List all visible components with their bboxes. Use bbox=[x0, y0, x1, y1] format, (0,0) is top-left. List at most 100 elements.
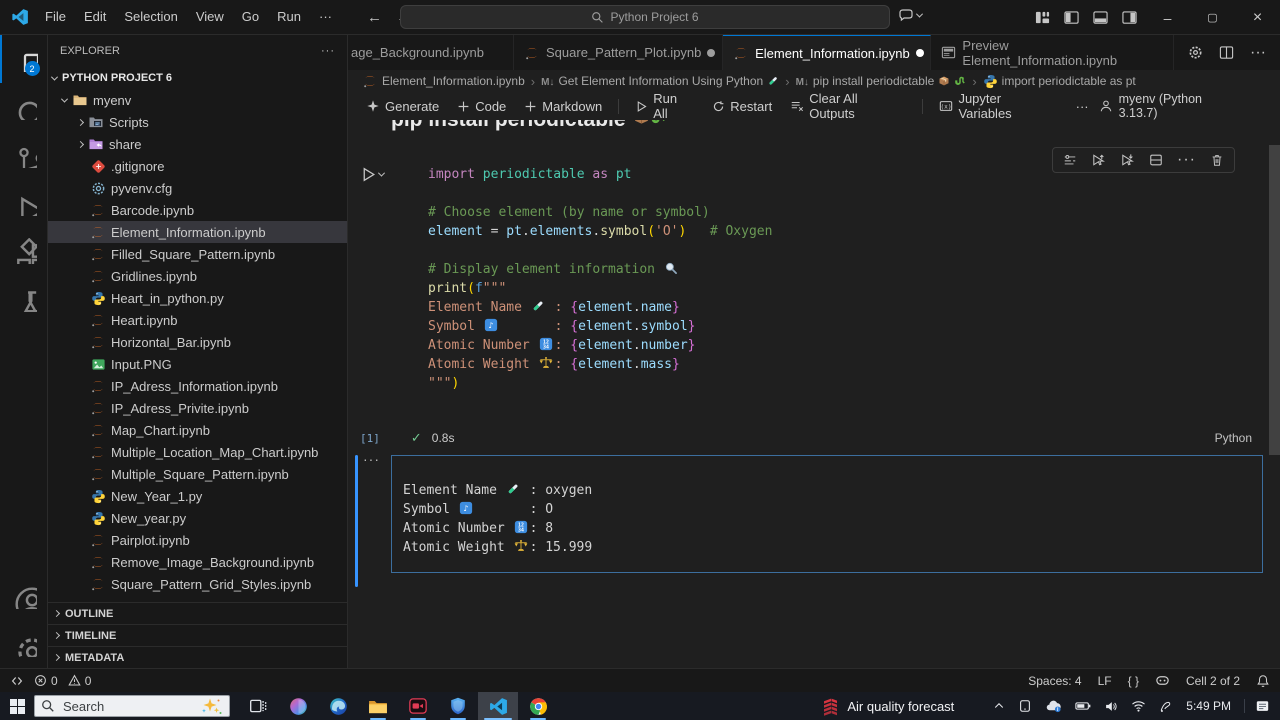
toggle-panel-icon[interactable] bbox=[1093, 10, 1108, 25]
file-multiple-square-pattern-ipynb[interactable]: Multiple_Square_Pattern.ipynb bbox=[48, 463, 347, 485]
run-all-button[interactable]: Run All bbox=[627, 91, 702, 121]
command-center-search[interactable]: Python Project 6 bbox=[400, 5, 890, 29]
tab-age-background-ipynb[interactable]: age_Background.ipynb bbox=[348, 35, 514, 70]
notification-center-icon[interactable] bbox=[1244, 699, 1270, 713]
file-input-png[interactable]: Input.PNG bbox=[48, 353, 347, 375]
file-share[interactable]: share bbox=[48, 133, 347, 155]
breadcrumb-item-import-periodictable-as-pt[interactable]: import periodictable as pt bbox=[983, 74, 1136, 89]
problems-warnings[interactable]: 0 bbox=[68, 674, 91, 688]
file-barcode-ipynb[interactable]: Barcode.ipynb bbox=[48, 199, 347, 221]
file-multiple-location-map-chart-ipynb[interactable]: Multiple_Location_Map_Chart.ipynb bbox=[48, 441, 347, 463]
taskbar-app-copilot[interactable] bbox=[278, 692, 318, 720]
file-scripts[interactable]: Scripts bbox=[48, 111, 347, 133]
eol-indicator[interactable]: LF bbox=[1098, 674, 1112, 688]
remote-indicator-icon[interactable] bbox=[10, 674, 24, 688]
toolbar-more-button[interactable]: ··· bbox=[1068, 94, 1097, 118]
cell-position-indicator[interactable]: Cell 2 of 2 bbox=[1186, 674, 1240, 688]
taskbar-app-vscode[interactable] bbox=[478, 692, 518, 720]
markdown-button[interactable]: Markdown bbox=[516, 94, 610, 118]
taskbar-search-box[interactable]: Search bbox=[34, 695, 230, 717]
phone-link-icon[interactable] bbox=[1018, 699, 1032, 713]
file-horizontal-bar-ipynb[interactable]: Horizontal_Bar.ipynb bbox=[48, 331, 347, 353]
battery-icon[interactable] bbox=[1075, 700, 1091, 712]
file-remove-image-background-ipynb[interactable]: Remove_Image_Background.ipynb bbox=[48, 551, 347, 573]
kernel-picker[interactable]: myenv (Python 3.13.7) bbox=[1099, 92, 1280, 120]
activity-manage[interactable] bbox=[0, 620, 48, 668]
output-more-icon[interactable]: ··· bbox=[363, 451, 380, 467]
editor-scrollbar[interactable] bbox=[1269, 145, 1280, 455]
jupyter-variables-button[interactable]: (x) Jupyter Variables bbox=[931, 91, 1065, 121]
pen-ink-icon[interactable] bbox=[1159, 700, 1173, 713]
file-pyvenv-cfg[interactable]: pyvenv.cfg bbox=[48, 177, 347, 199]
tab-element-information-ipynb[interactable]: Element_Information.ipynb bbox=[723, 35, 932, 70]
code-cell-editor[interactable]: import periodictable as pt # Choose eleme… bbox=[391, 165, 1264, 393]
speaker-icon[interactable] bbox=[1104, 700, 1118, 713]
menu-file[interactable]: File bbox=[36, 5, 75, 29]
onedrive-cloud-icon[interactable]: i bbox=[1045, 699, 1062, 713]
modified-dot-icon[interactable] bbox=[707, 48, 716, 57]
activity-extensions[interactable] bbox=[0, 227, 48, 275]
file-heart-ipynb[interactable]: Heart.ipynb bbox=[48, 309, 347, 331]
customize-layout-icon[interactable] bbox=[1035, 10, 1050, 25]
menu-selection[interactable]: Selection bbox=[115, 5, 186, 29]
file-ip-adress-information-ipynb[interactable]: IP_Adress_Information.ipynb bbox=[48, 375, 347, 397]
toggle-sidebar-icon[interactable] bbox=[1064, 10, 1079, 25]
activity-search[interactable] bbox=[0, 83, 48, 131]
taskbar-app-folder[interactable] bbox=[358, 692, 398, 720]
taskbar-app-taskview[interactable] bbox=[238, 692, 278, 720]
file-heart-in-python-py[interactable]: Heart_in_python.py bbox=[48, 287, 347, 309]
clear-all-outputs-button[interactable]: Clear All Outputs bbox=[782, 91, 914, 121]
breadcrumb-item-get-element-information-using-[interactable]: M↓ Get Element Information Using Python bbox=[541, 74, 779, 88]
tab-preview-element-information-ipynb[interactable]: Preview Element_Information.ipynb bbox=[931, 35, 1175, 70]
tab-square-pattern-plot-ipynb[interactable]: Square_Pattern_Plot.ipynb bbox=[514, 35, 724, 70]
taskbar-app-recorder[interactable] bbox=[398, 692, 438, 720]
indent-indicator[interactable]: Spaces: 4 bbox=[1028, 674, 1081, 688]
file-new-year-py[interactable]: New_year.py bbox=[48, 507, 347, 529]
file-gridlines-ipynb[interactable]: Gridlines.ipynb bbox=[48, 265, 347, 287]
section-timeline[interactable]: TIMELINE bbox=[48, 624, 347, 646]
tray-chevron-up-icon[interactable] bbox=[993, 700, 1005, 712]
file-myenv[interactable]: myenv bbox=[48, 89, 347, 111]
menu-view[interactable]: View bbox=[187, 5, 233, 29]
close-button[interactable]: × bbox=[1235, 0, 1280, 35]
menu-run[interactable]: Run bbox=[268, 5, 310, 29]
menu-go[interactable]: Go bbox=[233, 5, 268, 29]
taskbar-app-edge[interactable] bbox=[318, 692, 358, 720]
file-square-pattern-grid-styles-ipynb[interactable]: Square_Pattern_Grid_Styles.ipynb bbox=[48, 573, 347, 595]
modified-dot-icon[interactable] bbox=[915, 49, 924, 57]
cell-language[interactable]: Python bbox=[1215, 431, 1252, 445]
section-outline[interactable]: OUTLINE bbox=[48, 602, 347, 624]
menu-more[interactable]: ··· bbox=[310, 5, 341, 29]
menu-edit[interactable]: Edit bbox=[75, 5, 115, 29]
back-arrow[interactable]: ← bbox=[367, 9, 382, 26]
weather-widget[interactable]: Air quality forecast bbox=[822, 697, 954, 716]
minimize-button[interactable]: – bbox=[1145, 0, 1190, 35]
restart-button[interactable]: Restart bbox=[704, 94, 780, 118]
file-pairplot-ipynb[interactable]: Pairplot.ipynb bbox=[48, 529, 347, 551]
breadcrumb-item-pip-install-periodictable[interactable]: M↓ pip install periodictable bbox=[796, 74, 967, 88]
activity-explorer[interactable]: 2 bbox=[0, 35, 48, 83]
breadcrumb-item-element-information-ipynb[interactable]: Element_Information.ipynb bbox=[362, 73, 525, 89]
activity-source-control[interactable] bbox=[0, 131, 48, 179]
wifi-icon[interactable] bbox=[1131, 700, 1146, 712]
file-gitignore[interactable]: .gitignore bbox=[48, 155, 347, 177]
activity-account[interactable] bbox=[0, 572, 48, 620]
activity-testing[interactable] bbox=[0, 275, 48, 323]
breadcrumb[interactable]: Element_Information.ipynb › M↓ Get Element … bbox=[348, 70, 1280, 92]
generate-button[interactable]: Generate bbox=[358, 94, 447, 118]
language-braces-indicator[interactable]: { } bbox=[1128, 674, 1139, 688]
explorer-more-icon[interactable]: ··· bbox=[321, 45, 335, 57]
copilot-menu[interactable] bbox=[898, 7, 924, 23]
clock[interactable]: 5:49 PM bbox=[1186, 699, 1231, 713]
file-ip-adress-privite-ipynb[interactable]: IP_Adress_Privite.ipynb bbox=[48, 397, 347, 419]
section-metadata[interactable]: METADATA bbox=[48, 646, 347, 668]
copilot-status-icon[interactable] bbox=[1155, 673, 1170, 688]
taskbar-app-shield[interactable] bbox=[438, 692, 478, 720]
activity-run-and-debug[interactable] bbox=[0, 179, 48, 227]
taskbar-app-chrome[interactable] bbox=[518, 692, 558, 720]
file-new-year-1-py[interactable]: New_Year_1.py bbox=[48, 485, 347, 507]
problems-errors[interactable]: 0 bbox=[34, 674, 58, 688]
notifications-bell-icon[interactable] bbox=[1256, 674, 1270, 688]
file-element-information-ipynb[interactable]: Element_Information.ipynb bbox=[48, 221, 347, 243]
code-button[interactable]: Code bbox=[449, 94, 514, 118]
